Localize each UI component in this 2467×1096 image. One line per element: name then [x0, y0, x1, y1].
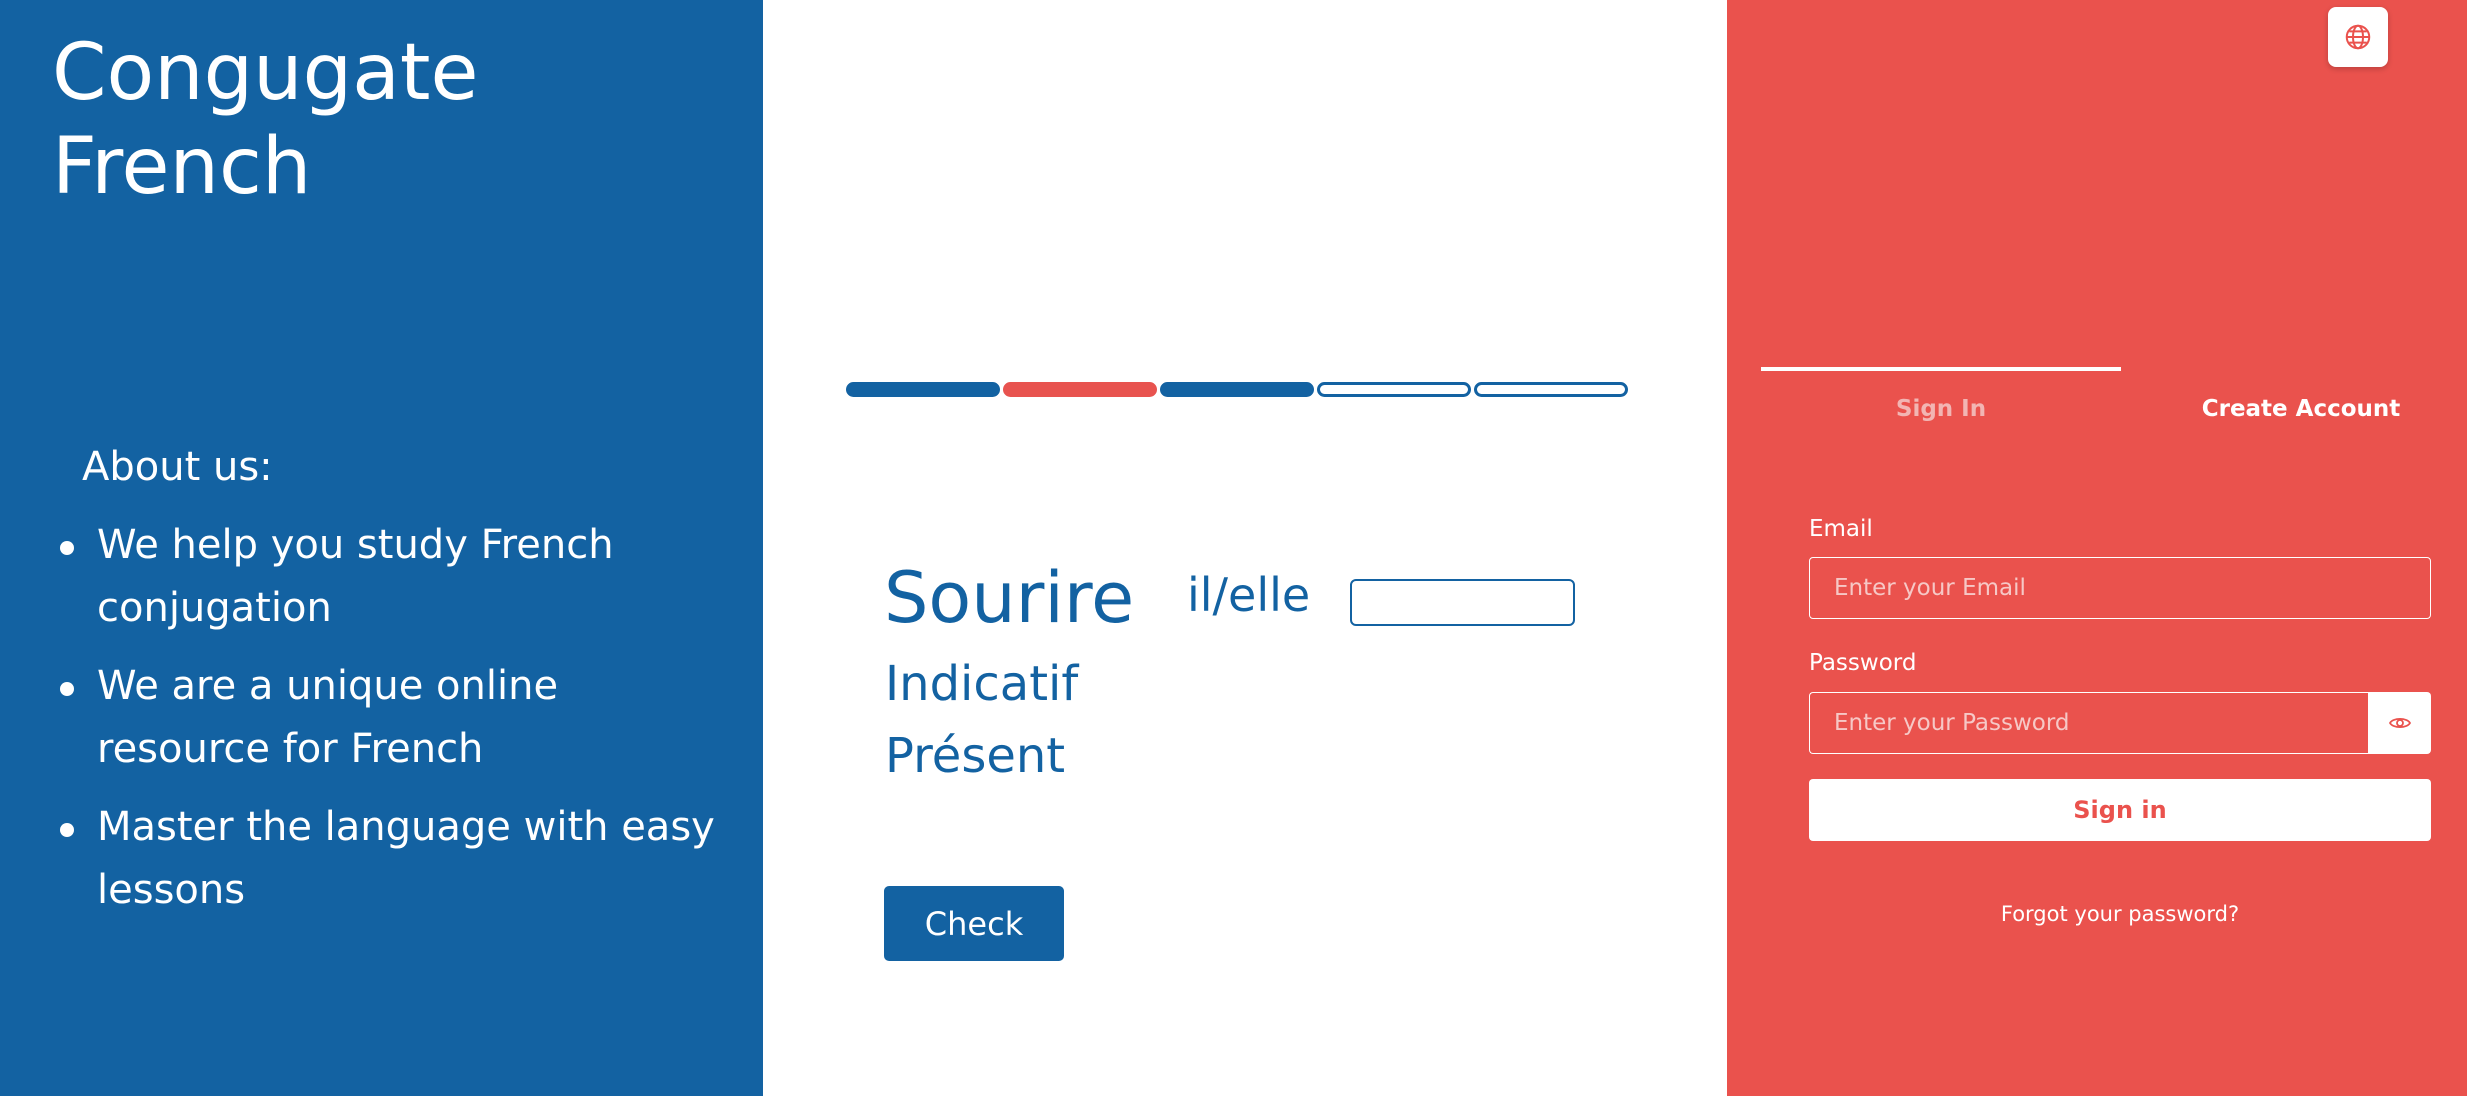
about-item: Master the language with easy lessons — [58, 796, 718, 922]
about-list: We help you study French conjugation We … — [58, 514, 718, 937]
about-item: We are a unique online resource for Fren… — [58, 655, 718, 781]
auth-panel: Sign In Create Account Email Enter your … — [1727, 0, 2467, 1096]
pronoun: il/elle — [1187, 568, 1311, 622]
language-button[interactable] — [2328, 7, 2388, 67]
about-item-text: We are a unique online resource for Fren… — [97, 663, 559, 772]
email-field[interactable]: Enter your Email — [1809, 557, 2431, 619]
progress-segment — [1317, 382, 1471, 397]
bullet-icon — [60, 823, 74, 837]
tab-indicator — [1761, 367, 2121, 371]
verb-infinitive: Sourire — [884, 557, 1135, 639]
eye-icon — [2388, 717, 2411, 729]
about-item: We help you study French conjugation — [58, 514, 718, 640]
password-placeholder: Enter your Password — [1834, 710, 2070, 736]
answer-input[interactable] — [1350, 579, 1575, 626]
progress-bar — [846, 382, 1628, 397]
show-password-button[interactable] — [2368, 692, 2431, 754]
sign-in-button[interactable]: Sign in — [1809, 779, 2431, 841]
tab-sign-in[interactable]: Sign In — [1761, 392, 2121, 426]
about-item-text: We help you study French conjugation — [97, 522, 614, 631]
email-placeholder: Enter your Email — [1834, 575, 2026, 601]
about-item-text: Master the language with easy lessons — [97, 804, 715, 913]
email-label: Email — [1809, 516, 1873, 542]
password-field[interactable]: Enter your Password — [1809, 692, 2368, 754]
progress-segment — [1474, 382, 1628, 397]
bullet-icon — [60, 682, 74, 696]
forgot-password-link[interactable]: Forgot your password? — [1809, 900, 2431, 928]
bullet-icon — [60, 541, 74, 555]
tense-label: Présent — [885, 728, 1066, 784]
app-title: Congugate French — [52, 28, 479, 212]
check-button[interactable]: Check — [884, 886, 1064, 961]
progress-segment — [846, 382, 1000, 397]
password-label: Password — [1809, 650, 1917, 676]
page: Congugate French About us: We help you s… — [0, 0, 2467, 1096]
tab-create-account[interactable]: Create Account — [2121, 392, 2467, 426]
info-panel: Congugate French About us: We help you s… — [0, 0, 763, 1096]
exercise-panel: Sourire il/elle Indicatif Présent Check — [763, 0, 1727, 1096]
mood-label: Indicatif — [885, 656, 1079, 712]
progress-segment — [1003, 382, 1157, 397]
globe-icon — [2345, 24, 2371, 50]
about-heading: About us: — [82, 444, 273, 490]
progress-segment — [1160, 382, 1314, 397]
